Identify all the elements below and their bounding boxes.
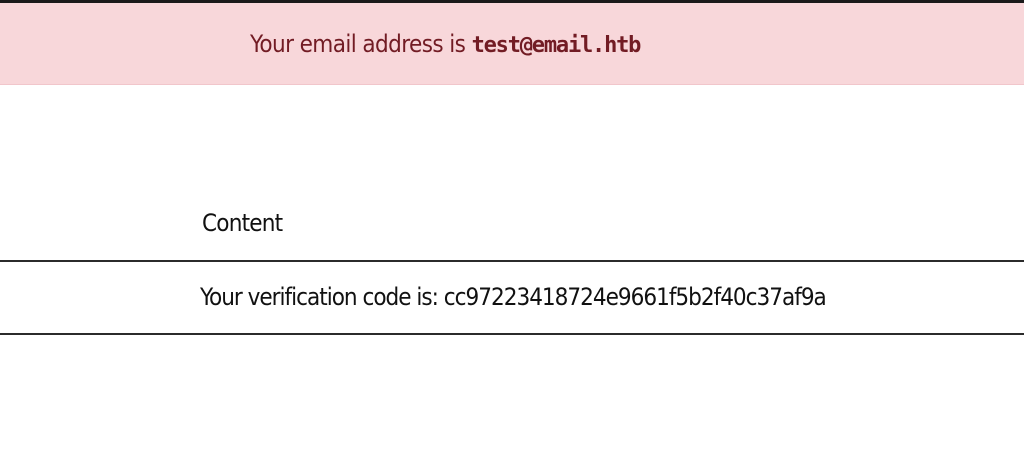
column-header-content: Content [202,209,283,237]
alert-message: Your email address is test@email.htb [250,29,642,61]
content-table: Content Your verification code is: cc972… [0,200,1024,335]
table-header: Content [0,200,1024,262]
alert-banner: Your email address is test@email.htb [0,3,1024,85]
table-cell-content: Your verification code is: cc97223418724… [200,283,827,311]
table-row: Your verification code is: cc97223418724… [0,262,1024,335]
alert-email: test@email.htb [471,33,642,58]
alert-prefix: Your email address is [250,30,472,58]
